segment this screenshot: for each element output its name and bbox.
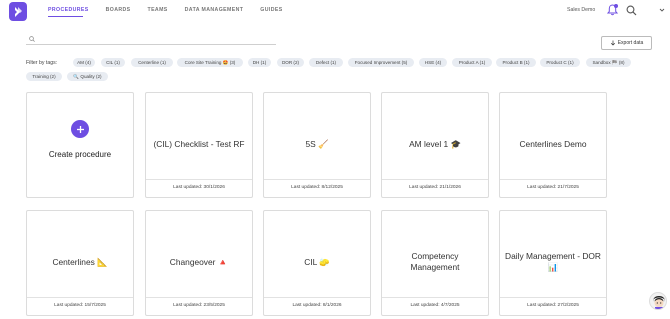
tag-filter[interactable]: 🔍 Quality (2) (67, 72, 108, 81)
last-updated: Last updated: 8/1/2026 (292, 303, 342, 308)
search-field-icon (29, 36, 35, 42)
active-nav-indicator (48, 16, 83, 17)
procedure-card[interactable]: 5S 🧹 Last updated: 8/12/2025 (263, 92, 371, 198)
search-input[interactable] (38, 34, 268, 44)
app-logo[interactable] (9, 2, 27, 21)
nav-guides[interactable]: GUIDES (260, 7, 282, 13)
tag-filter[interactable]: DH (1) (248, 58, 271, 67)
nav-procedures[interactable]: PROCEDURES (48, 7, 89, 13)
procedure-search (26, 34, 276, 45)
last-updated: Last updated: 21/7/2025 (527, 185, 579, 190)
procedure-title: Daily Management - DOR 📊 (505, 251, 601, 272)
help-assistant-avatar[interactable] (649, 292, 667, 310)
tag-filter[interactable]: Defect (1) (309, 58, 343, 67)
download-icon (610, 40, 615, 46)
tag-filter[interactable]: Product B (1) (496, 58, 536, 67)
card-divider (146, 179, 252, 180)
nav-teams[interactable]: TEAMS (148, 7, 168, 13)
nav-boards[interactable]: BOARDS (106, 7, 131, 13)
procedure-card[interactable]: Daily Management - DOR 📊 Last updated: 2… (499, 210, 607, 316)
procedure-card[interactable]: Changeover 🔺 Last updated: 23/5/2025 (145, 210, 253, 316)
tag-filter[interactable]: DOR (2) (277, 58, 304, 67)
tag-filter[interactable]: Core Site Training 🤩 (3) (177, 58, 243, 67)
card-divider (500, 179, 606, 180)
procedure-card[interactable]: (CIL) Checklist - Test RF Last updated: … (145, 92, 253, 198)
procedure-card[interactable]: AM level 1 🎓 Last updated: 21/1/2026 (381, 92, 489, 198)
chevron-down-icon[interactable] (659, 7, 665, 13)
card-divider (500, 297, 606, 298)
filter-label: Filter by tags: (26, 60, 58, 66)
create-procedure-card[interactable]: Create procedure (26, 92, 134, 198)
tag-filter[interactable]: CIL (1) (101, 58, 125, 67)
nav-data-management[interactable]: DATA MANAGEMENT (185, 7, 244, 13)
card-divider (264, 179, 370, 180)
last-updated: Last updated: 27/2/2025 (527, 303, 579, 308)
tag-filter[interactable]: Product C (1) (540, 58, 580, 67)
procedure-card[interactable]: CIL 🧽 Last updated: 8/1/2026 (263, 210, 371, 316)
last-updated: Last updated: 30/1/2026 (173, 185, 225, 190)
procedure-title: Centerlines 📐 (52, 257, 108, 267)
notification-dot (614, 4, 618, 8)
card-divider (146, 297, 252, 298)
card-divider (27, 297, 133, 298)
card-divider (264, 297, 370, 298)
tag-filter[interactable]: Centerline (1) (131, 58, 173, 67)
procedure-title: (CIL) Checklist - Test RF (153, 139, 245, 149)
last-updated: Last updated: 4/7/2025 (410, 303, 460, 308)
procedure-title: Changeover 🔺 (169, 257, 229, 267)
logo-mark-icon (15, 6, 22, 17)
tag-filter[interactable]: Focused Improvement (5) (348, 58, 414, 67)
top-bar: PROCEDURES BOARDS TEAMS DATA MANAGEMENT … (0, 0, 670, 24)
last-updated: Last updated: 23/5/2025 (173, 303, 225, 308)
org-name[interactable]: Sales Demo (567, 7, 595, 13)
procedure-title: 5S 🧹 (305, 139, 329, 149)
last-updated: Last updated: 21/1/2026 (409, 185, 461, 190)
card-divider (382, 297, 488, 298)
tag-filter[interactable]: AM (4) (73, 58, 95, 67)
plus-icon (76, 125, 84, 133)
tag-filter[interactable]: HSE (4) (419, 58, 447, 67)
procedure-card[interactable]: Competency Management Last updated: 4/7/… (381, 210, 489, 316)
card-divider (382, 179, 488, 180)
tag-filter[interactable]: Training (2) (26, 72, 62, 81)
procedure-title: Centerlines Demo (519, 139, 587, 149)
last-updated: Last updated: 15/7/2025 (54, 303, 106, 308)
procedure-title: Competency Management (410, 251, 460, 272)
tag-filter[interactable]: Product A (1) (452, 58, 492, 67)
add-procedure-button[interactable] (71, 120, 89, 138)
procedure-title: CIL 🧽 (304, 257, 330, 267)
create-procedure-label: Create procedure (48, 150, 112, 159)
export-data-label: Export data (617, 40, 644, 46)
export-data-button[interactable]: Export data (601, 36, 652, 50)
main-nav: PROCEDURES BOARDS TEAMS DATA MANAGEMENT … (48, 7, 300, 13)
procedure-card[interactable]: Centerlines 📐 Last updated: 15/7/2025 (26, 210, 134, 316)
procedure-title: AM level 1 🎓 (409, 139, 461, 149)
procedure-card[interactable]: Centerlines Demo Last updated: 21/7/2025 (499, 92, 607, 198)
last-updated: Last updated: 8/12/2025 (291, 185, 343, 190)
tag-filter[interactable]: Sandbox 🏁 (8) (586, 58, 631, 67)
assistant-face-icon (653, 296, 665, 309)
search-icon[interactable] (626, 5, 637, 16)
